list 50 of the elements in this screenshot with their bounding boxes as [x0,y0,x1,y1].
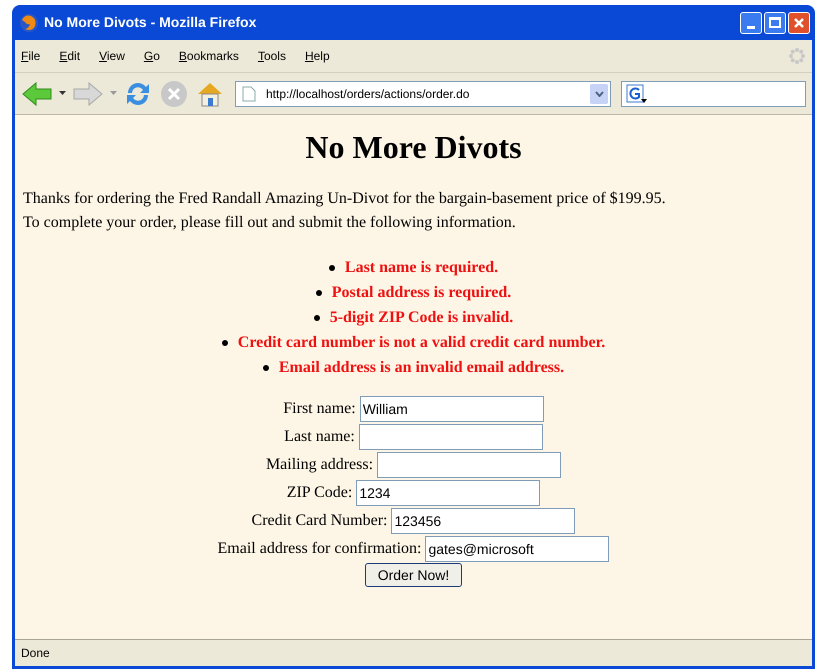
error-message: 5-digit ZIP Code is invalid. [330,308,514,328]
input-field[interactable]: gates@microsoft [425,536,610,562]
input-field[interactable] [377,452,562,478]
close-button[interactable] [788,12,810,34]
maximize-button[interactable] [764,12,786,34]
page-icon [242,86,256,102]
field-label: First name: [283,399,356,419]
throbber-icon [788,47,806,65]
input-field[interactable]: William [360,396,544,422]
menu-item[interactable]: Tools [258,47,286,65]
order-now-button[interactable]: Order Now! [364,563,462,587]
menu-item[interactable]: Bookmarks [178,47,239,65]
status-text: Done [21,645,50,662]
page-heading: No More Divots [304,128,523,167]
search-engine-icon [626,84,648,104]
dropdown-caret-icon[interactable] [59,91,66,96]
address-field[interactable]: http://localhost/orders/actions/order.do [235,80,611,106]
search-field[interactable] [621,80,806,106]
field-label: Last name: [284,427,355,447]
chevron-down-icon [594,90,604,96]
minimize-button[interactable] [740,12,762,34]
dropdown-button[interactable] [590,84,608,104]
menu-item[interactable]: Help [304,47,330,65]
forward-arrow-icon[interactable] [72,80,104,108]
bullet-icon [314,314,320,320]
error-message: Email address is an invalid email address. [278,358,564,378]
menu-item[interactable]: Edit [59,47,80,65]
field-label: Email address for confirmation: [218,539,422,559]
bullet-icon [328,264,335,270]
error-message: Credit card number is not a valid credit card number. [238,333,606,353]
menu-item[interactable]: View [99,47,125,65]
back-arrow-icon[interactable] [21,80,53,108]
field-label: Mailing address: [266,455,374,475]
error-message: Last name is required. [344,258,498,278]
bullet-icon [316,290,322,296]
intro-text: Thanks for ordering the Fred Randall Amazing Un-Divot for the bargain-basement price of $199.95. [23,189,666,209]
close-icon [793,16,805,28]
error-message: Postal address is required. [332,283,512,303]
browser-logo-icon [19,12,39,32]
field-label: Credit Card Number: [252,511,388,531]
input-field[interactable] [358,424,543,450]
bullet-icon [262,364,269,370]
window-title: No More Divots - Mozilla Firefox [44,13,258,32]
menu-item[interactable]: File [21,47,40,65]
input-field[interactable]: 1234 [356,480,540,506]
input-field[interactable]: 123456 [391,508,576,534]
bullet-icon [222,340,228,346]
menu-item[interactable]: Go [144,47,160,65]
field-label: ZIP Code: [286,483,352,503]
intro-text: To complete your order, please fill out and submit the following information. [23,213,516,233]
